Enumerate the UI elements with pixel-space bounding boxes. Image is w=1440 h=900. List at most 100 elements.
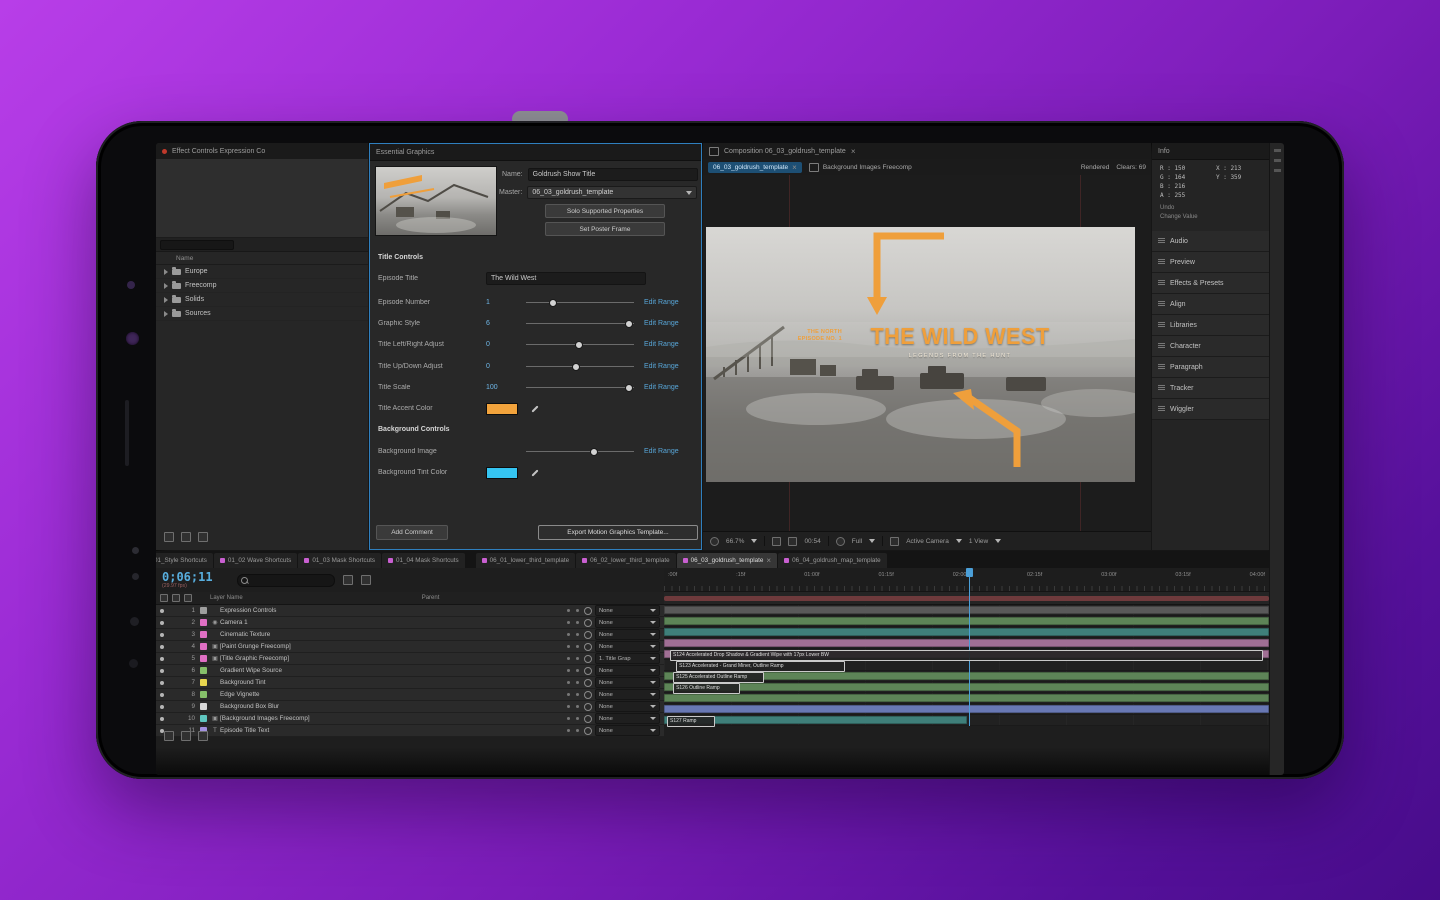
layer-switches[interactable] (534, 705, 584, 708)
layer-av-switches[interactable] (156, 657, 182, 661)
eye-icon[interactable] (160, 645, 164, 649)
effect-controls-tab-label[interactable]: Effect Controls Expression Co (172, 148, 265, 155)
panel-item-paragraph[interactable]: Paragraph (1152, 357, 1269, 378)
timeline-tab[interactable]: 01_04 Mask Shortcuts (382, 553, 465, 568)
composition-tab-label[interactable]: Composition 06_03_goldrush_template (724, 148, 846, 155)
magnifier-icon[interactable] (710, 537, 719, 546)
parent-dropdown[interactable]: None (595, 725, 660, 736)
close-icon[interactable]: × (766, 556, 771, 565)
render-queue-icon[interactable] (164, 731, 174, 741)
layer-switches[interactable] (534, 693, 584, 696)
folder-label[interactable]: Freecomp (185, 282, 217, 289)
layer-duration-bar[interactable] (664, 694, 1269, 702)
composition-viewer[interactable]: THE NORTH EPISODE NO. 1 THE WILD WEST LE… (703, 175, 1151, 532)
slider-knob-icon[interactable] (590, 448, 598, 456)
timeline-marker[interactable]: S126 Outline Ramp (673, 683, 740, 694)
pickwhip-icon[interactable] (584, 643, 592, 651)
layer-av-switches[interactable] (156, 669, 182, 673)
layer-name[interactable]: [Title Graphic Freecomp] (220, 655, 534, 662)
project-folder-row[interactable]: Solids (156, 293, 368, 307)
composition-tabbar[interactable]: Composition 06_03_goldrush_template × (703, 143, 1151, 160)
panel-item-audio[interactable]: Audio (1152, 231, 1269, 252)
slider-knob-icon[interactable] (625, 384, 633, 392)
close-icon[interactable]: × (851, 147, 856, 156)
channels-icon[interactable] (836, 537, 845, 546)
layer-row[interactable]: 8 Edge Vignette None (156, 689, 664, 701)
layer-switches[interactable] (534, 681, 584, 684)
control-slider[interactable] (526, 451, 634, 452)
panel-item-character[interactable]: Character (1152, 336, 1269, 357)
playhead-handle[interactable] (966, 568, 973, 577)
comp-mini-tab[interactable]: Background Images Freecomp (809, 163, 912, 172)
panel-item-effects-presets[interactable]: Effects & Presets (1152, 273, 1269, 294)
template-name-input[interactable]: Goldrush Show Title (528, 168, 698, 181)
layer-switches[interactable] (534, 609, 584, 612)
info-tabbar[interactable]: Info (1152, 143, 1269, 160)
pickwhip-icon[interactable] (584, 679, 592, 687)
control-slider[interactable] (526, 323, 634, 324)
control-slider[interactable] (526, 302, 634, 303)
layer-switches[interactable] (534, 669, 584, 672)
layer-switches[interactable] (534, 633, 584, 636)
layer-name[interactable]: Background Box Blur (220, 703, 534, 710)
panel-item-libraries[interactable]: Libraries (1152, 315, 1269, 336)
layer-color-chip[interactable] (200, 619, 207, 626)
eye-icon[interactable] (160, 633, 164, 637)
edit-range-link[interactable]: Edit Range (644, 384, 679, 391)
layer-switches[interactable] (534, 729, 584, 732)
motion-blur-icon[interactable] (198, 731, 208, 741)
timeline-tab[interactable]: 06_01_lower_third_template (476, 553, 575, 568)
timeline-marker[interactable]: S123 Accelerated - Grand Miner, Outline … (676, 661, 845, 672)
control-value[interactable]: 6 (486, 320, 526, 327)
layer-duration-bar[interactable] (664, 683, 1269, 691)
timeline-tab[interactable]: 06_02_lower_third_template (576, 553, 675, 568)
layer-name-column-label[interactable]: Layer Name (210, 595, 243, 601)
comp-mini-tab-active[interactable]: 06_03_goldrush_template × (708, 162, 802, 173)
essential-graphics-tab-label[interactable]: Essential Graphics (376, 149, 434, 156)
control-slider[interactable] (526, 387, 634, 388)
eye-icon[interactable] (160, 681, 164, 685)
layer-av-switches[interactable] (156, 633, 182, 637)
layer-av-switches[interactable] (156, 621, 182, 625)
pickwhip-icon[interactable] (584, 631, 592, 639)
project-folder-row[interactable]: Sources (156, 307, 368, 321)
layer-av-switches[interactable] (156, 609, 182, 613)
eyedropper-icon[interactable] (530, 468, 539, 477)
layer-av-switches[interactable] (156, 693, 182, 697)
eye-icon[interactable] (160, 717, 164, 721)
work-area-bar[interactable] (664, 596, 1269, 601)
control-value[interactable]: 100 (486, 384, 526, 391)
eye-icon[interactable] (160, 705, 164, 709)
layer-color-chip[interactable] (200, 667, 207, 674)
essential-graphics-tabbar[interactable]: Essential Graphics (370, 144, 701, 161)
layer-duration-bar[interactable] (664, 606, 1269, 614)
disclosure-caret-icon[interactable] (164, 269, 168, 275)
add-comment-button[interactable]: Add Comment (376, 525, 448, 540)
video-frame[interactable]: THE NORTH EPISODE NO. 1 THE WILD WEST LE… (706, 227, 1135, 482)
eyedropper-icon[interactable] (530, 404, 539, 413)
parent-dropdown[interactable]: None (595, 641, 660, 652)
zoom-level-select[interactable]: 66.7% (726, 538, 744, 545)
resolution-select[interactable]: Full (852, 538, 862, 545)
master-comp-dropdown[interactable]: 06_03_goldrush_template (527, 186, 697, 199)
eye-icon[interactable] (160, 657, 164, 661)
timeline-tab[interactable]: 06_04_goldrush_map_template (778, 553, 887, 568)
project-search-input[interactable] (160, 240, 234, 250)
control-value[interactable]: 0 (486, 341, 526, 348)
parent-dropdown[interactable]: 1. Title Grap (595, 653, 660, 664)
project-name-column-header[interactable]: Name (156, 252, 368, 265)
draft-3d-icon[interactable] (361, 575, 371, 585)
info-tab-label[interactable]: Info (1158, 148, 1170, 155)
slider-knob-icon[interactable] (549, 299, 557, 307)
timeline-marker[interactable]: S124 Accelerated Drop Shadow & Gradient … (670, 650, 1263, 661)
pickwhip-icon[interactable] (584, 607, 592, 615)
disclosure-caret-icon[interactable] (164, 297, 168, 303)
parent-dropdown[interactable]: None (595, 713, 660, 724)
timeline-marker[interactable]: S127 Ramp (667, 716, 715, 727)
parent-dropdown[interactable]: None (595, 629, 660, 640)
folder-label[interactable]: Europe (185, 268, 208, 275)
trash-icon[interactable] (198, 532, 208, 542)
layer-row[interactable]: 2 ◉ Camera 1 None (156, 617, 664, 629)
timeline-tab[interactable]: 01_03 Mask Shortcuts (298, 553, 381, 568)
edit-range-link[interactable]: Edit Range (644, 363, 679, 370)
